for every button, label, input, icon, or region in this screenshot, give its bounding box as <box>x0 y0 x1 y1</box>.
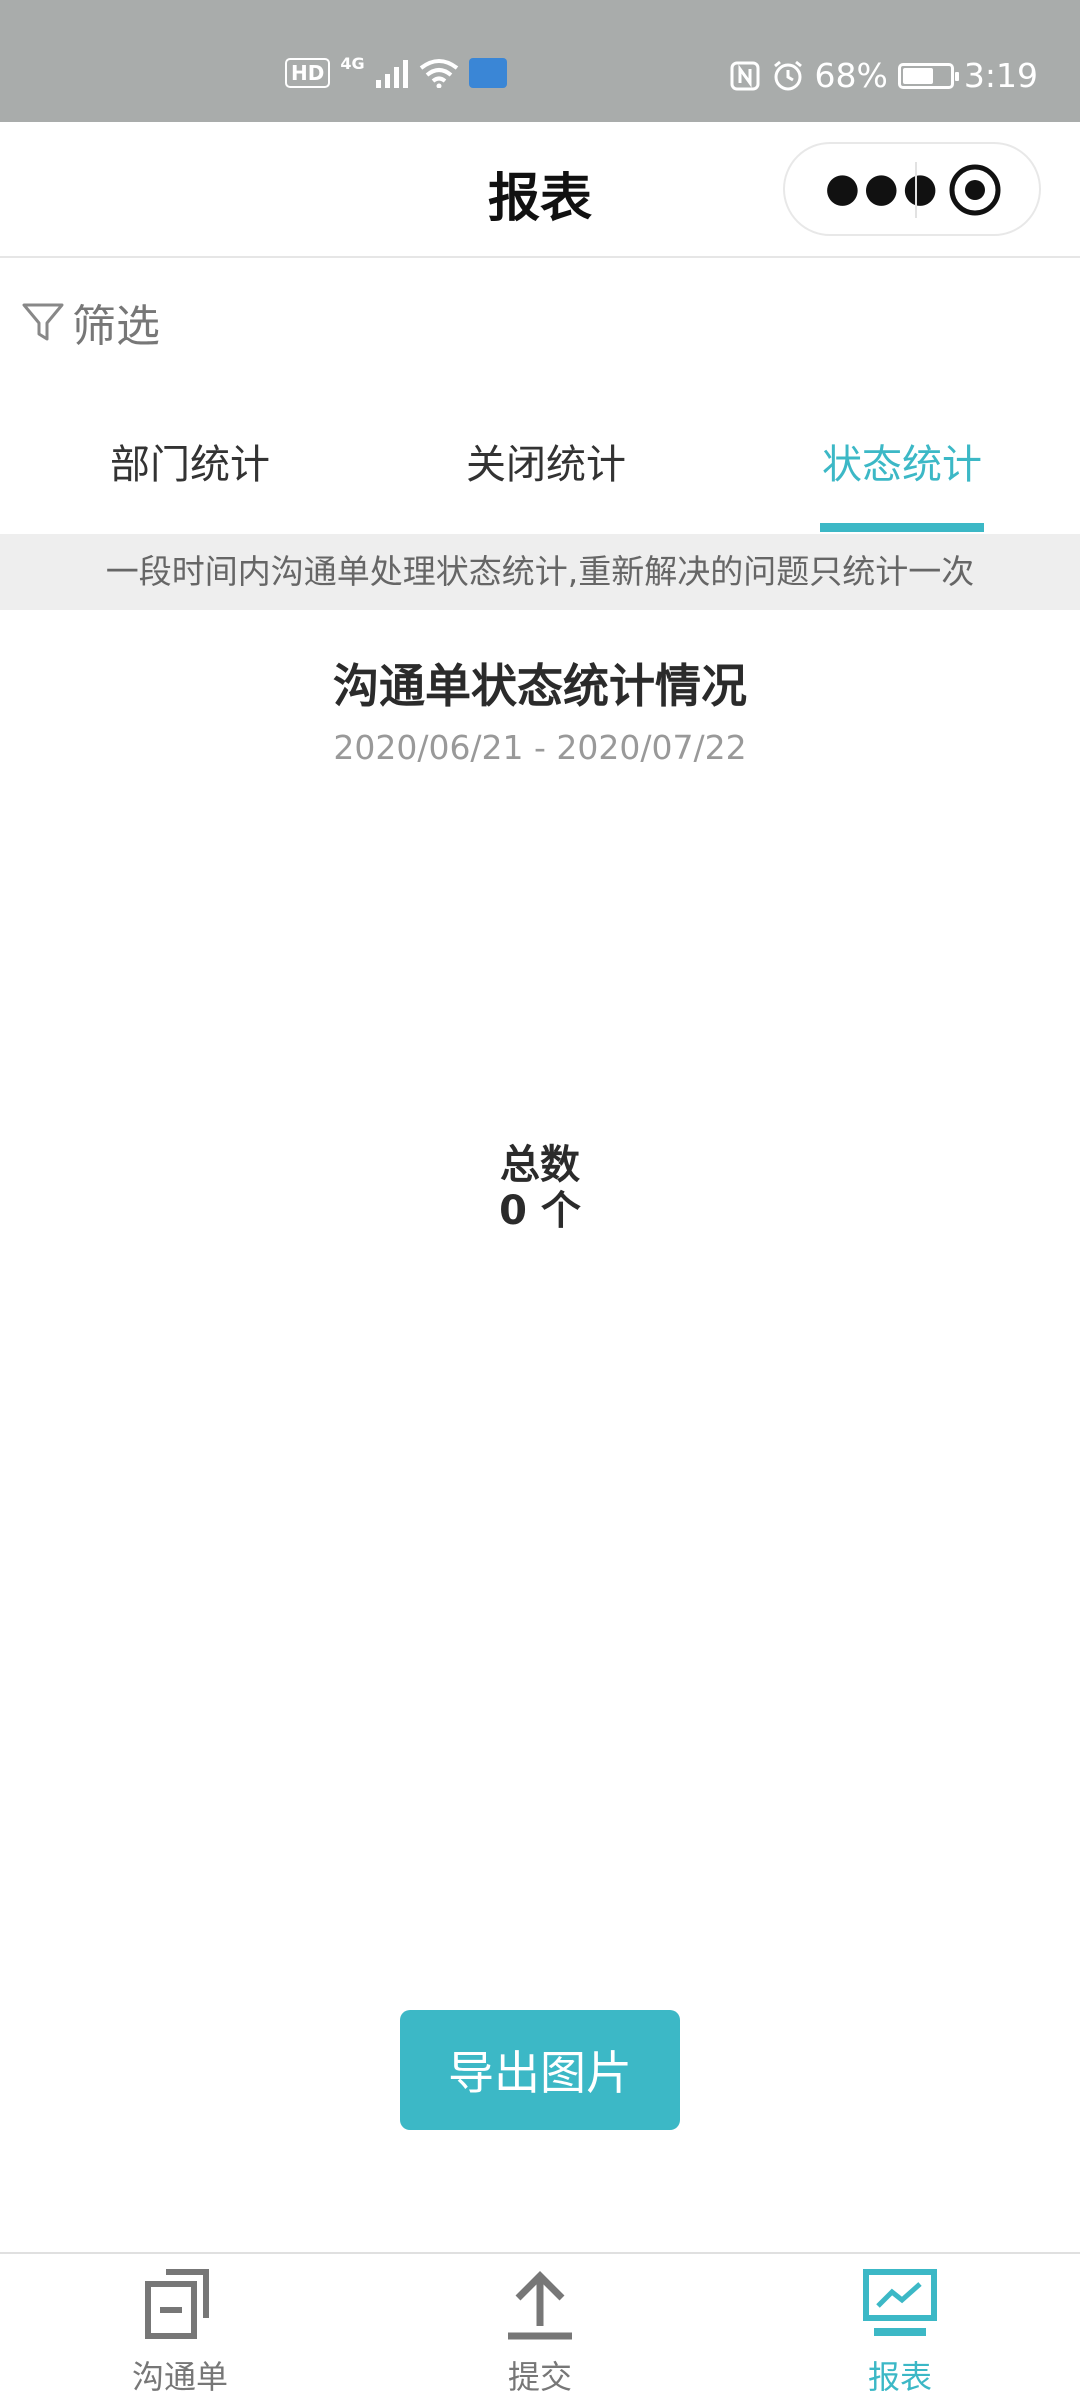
navigation-bar: 报表 ●●● <box>0 122 1080 258</box>
filter-button[interactable]: 筛选 <box>20 290 160 354</box>
status-bar: HD 4G 68% 3:19 <box>0 0 1080 122</box>
battery-level <box>902 67 933 84</box>
tabbar-item-submit[interactable]: 提交 <box>360 2254 720 2402</box>
tab-label: 关闭统计 <box>466 442 626 488</box>
tab-label: 部门统计 <box>110 442 270 488</box>
upload-arrow-icon <box>508 2271 572 2340</box>
tabbar-label: 报表 <box>867 2358 932 2396</box>
tab-label: 状态统计 <box>822 442 982 488</box>
export-image-button[interactable]: 导出图片 <box>400 2010 680 2130</box>
tabbar-label: 提交 <box>507 2358 572 2396</box>
report-title: 沟通单状态统计情况 <box>333 659 747 713</box>
tab-close-stats[interactable]: 关闭统计 <box>448 420 644 532</box>
nfc-icon <box>730 61 760 90</box>
tab-department-stats[interactable]: 部门统计 <box>92 420 288 532</box>
target-circle-icon[interactable] <box>947 162 1003 218</box>
battery-percent: 68% <box>814 56 888 95</box>
tab-status-stats[interactable]: 状态统计 <box>820 420 984 532</box>
filter-funnel-icon <box>22 303 64 341</box>
more-dots-icon[interactable]: ●●● <box>825 168 942 208</box>
status-bar-left: HD 4G <box>285 54 507 88</box>
date-range: 2020/06/21 - 2020/07/22 <box>333 728 747 767</box>
alarm-icon <box>773 60 802 90</box>
tabbar-item-communication[interactable]: 沟通单 <box>0 2254 360 2402</box>
chart-monitor-icon <box>863 2269 937 2336</box>
tabbar-item-report[interactable]: 报表 <box>720 2254 1080 2402</box>
network-type: 4G <box>340 53 365 73</box>
capsule-divider <box>915 162 917 218</box>
total-label: 总数 <box>500 1142 580 1188</box>
app-notification-icon <box>468 58 507 88</box>
tabbar-label: 沟通单 <box>131 2358 228 2396</box>
total-summary: 总数 0 个 <box>0 1142 1080 1234</box>
document-copy-icon <box>145 2269 209 2339</box>
status-bar-right: 68% 3:19 <box>729 56 1038 95</box>
bottom-tab-bar: 沟通单 提交 报表 <box>0 2252 1080 2402</box>
description-banner: 一段时间内沟通单处理状态统计,重新解决的问题只统计一次 <box>0 534 1080 610</box>
filter-label: 筛选 <box>72 301 160 352</box>
clock-time: 3:19 <box>963 56 1038 95</box>
battery-icon <box>897 62 959 89</box>
signal-icon <box>375 60 408 88</box>
hd-badge: HD <box>285 58 331 88</box>
stats-tabs: 部门统计 关闭统计 状态统计 <box>0 420 1080 532</box>
mini-program-capsule: ●●● <box>783 142 1041 236</box>
wifi-icon <box>419 59 458 88</box>
total-value: 0 个 <box>499 1188 581 1234</box>
